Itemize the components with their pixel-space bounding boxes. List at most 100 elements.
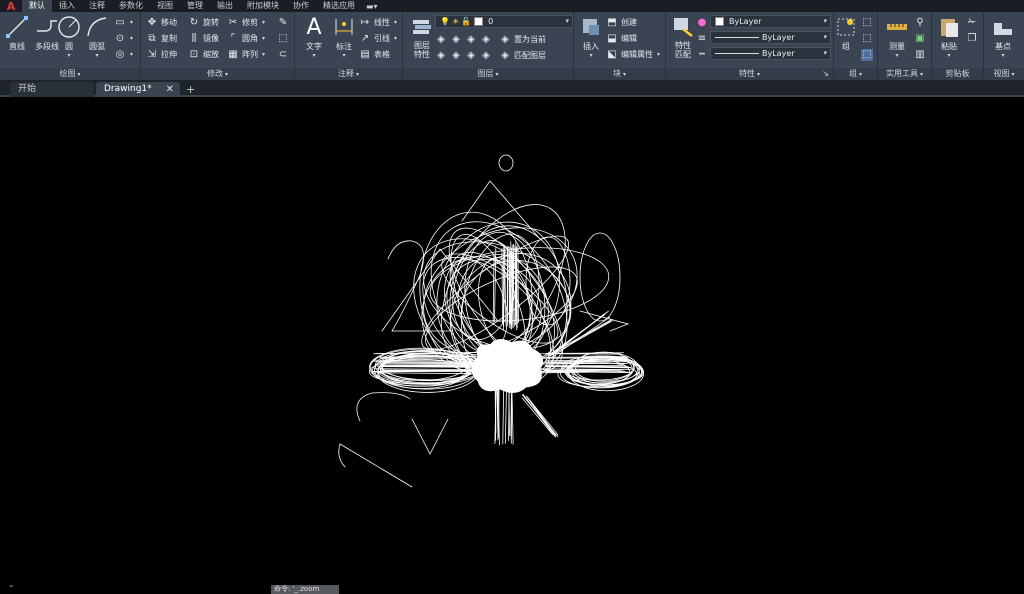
menu-tab-view[interactable]: 视图 [150,0,180,12]
new-tab-plus-icon[interactable]: + [186,83,195,96]
layer-on-tool-icon[interactable]: ◈ [435,50,447,62]
layer-freeze-icon[interactable]: ◈ [465,34,477,46]
linear-dim-button[interactable]: ↦ 线性 ▾ [359,15,397,30]
create-block-icon: ⬒ [607,17,617,28]
explode-button[interactable]: ⬚ [277,31,289,46]
panel-properties: 特性 匹配 ● ≡ ┅ ByLayer ▾ ByLayer ▾ ByLayer … [666,12,834,80]
copy-button[interactable]: ⧉ 复制 [146,31,177,46]
hatch-button[interactable]: ◎ ▾ [114,47,133,62]
table-button[interactable]: ▤ 表格 [359,47,390,62]
menu-tab-default[interactable]: 默认 [22,0,52,12]
menu-tab-insert[interactable]: 插入 [52,0,82,12]
menu-tab-featured-apps[interactable]: 精选应用 [316,0,362,12]
lineweight-dropdown[interactable]: ByLayer ▾ [710,47,831,60]
drawing-canvas[interactable] [0,99,1024,583]
erase-button[interactable]: ✎ [277,15,289,30]
cut-button[interactable]: ✁ [966,15,978,30]
stretch-button[interactable]: ⇲ 拉伸 [146,47,177,62]
rotate-button[interactable]: ↻ 旋转 [188,15,219,30]
menu-tab-manage[interactable]: 管理 [180,0,210,12]
layer-unlock-icon[interactable]: ◈ [480,50,492,62]
insert-button[interactable]: 插入 ▾ [574,14,608,59]
linetype-chevron-down-icon: ▾ [823,33,827,41]
ellipse-button[interactable]: ⊙ ▾ [114,31,133,46]
layer-isolate-icon[interactable]: ◈ [450,34,462,46]
arc-button[interactable]: 圆弧 ▾ [80,14,114,59]
group-button[interactable]: 组 [832,14,860,52]
command-expand-chevron-icon[interactable]: ⌄ [8,580,15,589]
close-icon[interactable]: ✕ [166,82,174,97]
base-view-button[interactable]: 基点 ▾ [986,14,1020,59]
paste-button[interactable]: 粘贴 ▾ [932,14,966,59]
quick-select-button[interactable]: ⚲ [914,15,926,30]
mirror-icon: ⫼ [191,33,197,44]
edit-block-button[interactable]: ⬓ 编辑 [606,31,637,46]
ungroup-button[interactable]: ⬚ [861,15,873,30]
panel-groups-title[interactable]: 组 ▾ [834,68,877,80]
layer-thaw-icon[interactable]: ◈ [465,50,477,62]
calculator-button[interactable]: ▥ [914,47,926,62]
layer-off-icon[interactable]: ◈ [435,34,447,46]
offset-button[interactable]: ⊂ [277,47,289,62]
color-chevron-down-icon: ▾ [823,17,827,25]
scale-button[interactable]: ⊡ 缩放 [188,47,219,62]
layer-properties-button[interactable]: 图层 特性 [405,14,439,59]
linetype-dropdown[interactable]: ByLayer ▾ [710,31,831,44]
match-layer-button[interactable]: ◈ 匹配图层 [499,48,546,63]
mirror-button[interactable]: ⫼ 镜像 [188,31,219,46]
menu-tab-parametric[interactable]: 参数化 [112,0,150,12]
line-button[interactable]: 直线 [0,14,34,52]
layer-unisolate-icon[interactable]: ◈ [450,50,462,62]
drawing-stroke [546,369,622,372]
measure-button[interactable]: 测量 ▾ [880,14,914,59]
fillet-button[interactable]: ⌜ 圆角 ▾ [227,31,265,46]
menu-tab-collaborate[interactable]: 协作 [286,0,316,12]
linetype-icon-button[interactable]: ┅ [696,47,708,62]
text-button[interactable]: A 文字 ▾ [297,14,331,60]
linetype-toggle-button[interactable]: ≡ [696,31,708,46]
panel-modify-title[interactable]: 修改 ▾ [141,68,294,80]
select-all-button[interactable]: ▣ [914,31,926,46]
menu-tab-output[interactable]: 输出 [210,0,240,12]
rectangle-button[interactable]: ▭ ▾ [114,15,133,30]
circle-icon [56,14,82,40]
panel-draw-title[interactable]: 绘图 ▾ [0,68,140,80]
arc-dropdown-icon[interactable]: ▾ [95,52,98,59]
panel-clipboard-title[interactable]: 剪贴板 [932,68,983,80]
layer-lock-tool-icon[interactable]: ◈ [480,34,492,46]
match-properties-button[interactable]: 特性 匹配 [666,14,700,59]
color-dropdown[interactable]: ByLayer ▾ [710,15,831,28]
panel-layers-title[interactable]: 图层 ▾ [403,68,573,80]
layer-dropdown[interactable]: 💡 ☀ 🔓 0 ▾ [435,15,573,28]
panel-view-title[interactable]: 视图 ▾ [984,68,1024,80]
create-block-button[interactable]: ⬒ 创建 [606,15,637,30]
panel-properties-title[interactable]: 特性 ▾ ↘ [666,68,833,80]
group-edit-button[interactable]: ⬚ [861,31,873,46]
group-select-button[interactable]: ⬚ [861,47,873,62]
copy-clip-button[interactable]: ❐ [966,31,978,46]
dimension-button[interactable]: 标注 ▾ [327,14,361,59]
doc-tab-drawing1[interactable]: Drawing1* ✕ [96,82,180,97]
panel-annotation-title[interactable]: 注释 ▾ [295,68,402,80]
rectangle-icon: ▭ [115,17,125,28]
color-wheel-button[interactable]: ● [696,15,708,30]
panel-block-title[interactable]: 块 ▾ [574,68,665,80]
menu-tab-addins[interactable]: 附加模块 [240,0,286,12]
ribbon-toggle-icon[interactable]: ▬▾ [366,2,378,11]
array-button[interactable]: ▦ 阵列 ▾ [227,47,265,62]
trim-button[interactable]: ✂ 修剪 ▾ [227,15,265,30]
panel-utilities-title[interactable]: 实用工具 ▾ [878,68,931,80]
circle-dropdown-icon[interactable]: ▾ [67,52,70,59]
edit-attributes-button[interactable]: ⬕ 编辑属性 ▾ [606,47,660,62]
quick-select-icon: ⚲ [916,17,924,28]
properties-launcher-icon[interactable]: ↘ [822,68,829,80]
leader-button[interactable]: ↗ 引线 ▾ [359,31,397,46]
drawing-stroke [498,154,514,172]
menu-tab-annotate[interactable]: 注释 [82,0,112,12]
command-line[interactable]: 命令: '_.zoom [271,585,339,594]
move-button[interactable]: ✥ 移动 [146,15,177,30]
ellipse-icon: ⊙ [115,33,125,44]
make-current-button[interactable]: ◈ 置为当前 [499,32,546,47]
doc-tab-start[interactable]: 开始 [10,82,94,97]
app-logo[interactable]: A [0,0,22,13]
